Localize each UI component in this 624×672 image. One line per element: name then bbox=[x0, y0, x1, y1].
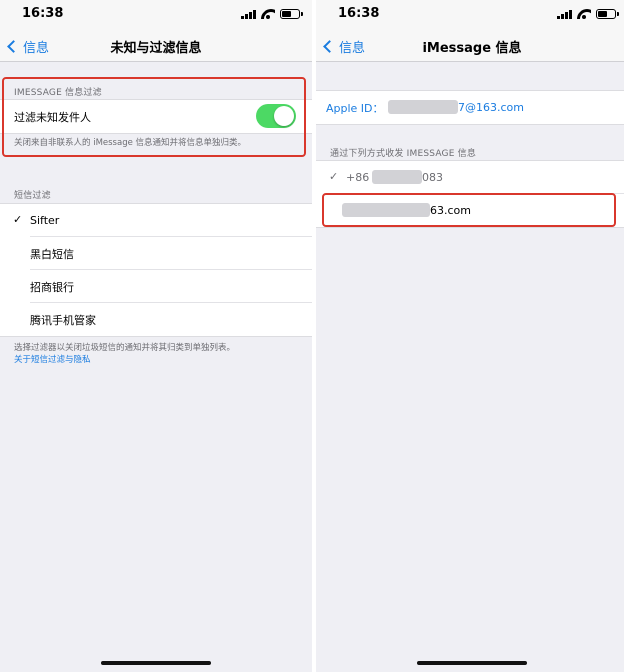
list-item-phone[interactable]: ✓ +86 083 bbox=[316, 161, 624, 194]
apple-id-group: Apple ID： 7@163.com bbox=[316, 90, 624, 125]
list-item-label: 黑白短信 bbox=[30, 247, 74, 261]
list-item[interactable]: 招商银行 bbox=[0, 270, 312, 303]
sms-filter-header: 短信过滤 bbox=[14, 191, 51, 201]
apple-id-label: Apple ID： bbox=[326, 101, 384, 115]
cellular-signal-icon bbox=[557, 9, 572, 19]
page-title: 未知与过滤信息 bbox=[110, 41, 202, 56]
sms-filter-footer-text: 选择过滤器以关闭垃圾短信的通知并将其归类到单独列表。 bbox=[14, 343, 236, 353]
filter-settings-screen: 16:38 信息 未知与过滤信息 IMESSAGE 信息过滤 过滤未知发件人 关… bbox=[0, 0, 312, 672]
cellular-signal-icon bbox=[241, 9, 256, 19]
list-item[interactable]: ✓ Sifter bbox=[0, 204, 312, 237]
home-indicator bbox=[101, 661, 211, 665]
list-item-label: 招商银行 bbox=[30, 280, 74, 294]
apple-id-value: 7@163.com bbox=[458, 101, 524, 114]
wifi-icon bbox=[261, 9, 275, 19]
navigation-bar: 信息 iMessage 信息 bbox=[316, 30, 624, 62]
home-indicator bbox=[417, 661, 527, 665]
highlight-box bbox=[2, 77, 306, 157]
navigation-bar: 信息 未知与过滤信息 bbox=[0, 30, 312, 62]
redacted-block bbox=[372, 170, 422, 184]
sms-privacy-link[interactable]: 关于短信过滤与隐私 bbox=[14, 354, 300, 366]
status-bar: 16:38 bbox=[316, 0, 624, 30]
redacted-block bbox=[388, 100, 458, 114]
status-bar: 16:38 bbox=[0, 0, 312, 30]
checkmark-icon: ✓ bbox=[13, 213, 23, 226]
list-item[interactable]: 黑白短信 bbox=[0, 237, 312, 270]
highlight-box bbox=[322, 193, 616, 227]
wifi-icon bbox=[577, 9, 591, 19]
list-item-label: Sifter bbox=[30, 214, 60, 227]
phone-prefix: +86 bbox=[346, 171, 370, 184]
send-receive-header: 通过下列方式收发 IMESSAGE 信息 bbox=[330, 149, 477, 159]
screenshot-pair: 16:38 信息 未知与过滤信息 IMESSAGE 信息过滤 过滤未知发件人 关… bbox=[0, 0, 624, 672]
battery-icon bbox=[280, 9, 303, 19]
imessage-settings-screen: 16:38 信息 iMessage 信息 Apple ID： 7@163.com bbox=[316, 0, 624, 672]
list-item-label: 腾讯手机管家 bbox=[30, 313, 96, 327]
sms-filter-footer: 选择过滤器以关闭垃圾短信的通知并将其归类到单独列表。 关于短信过滤与隐私 bbox=[14, 342, 300, 366]
phone-suffix: 083 bbox=[422, 171, 443, 184]
sms-filter-list: ✓ Sifter 黑白短信 招商银行 腾讯手机管家 bbox=[0, 203, 312, 337]
status-time: 16:38 bbox=[338, 6, 380, 21]
status-time: 16:38 bbox=[22, 6, 64, 21]
page-title: iMessage 信息 bbox=[422, 41, 522, 56]
apple-id-row[interactable]: Apple ID： 7@163.com bbox=[316, 91, 624, 124]
battery-icon bbox=[596, 9, 619, 19]
checkmark-icon: ✓ bbox=[329, 170, 339, 183]
list-item[interactable]: 腾讯手机管家 bbox=[0, 303, 312, 336]
